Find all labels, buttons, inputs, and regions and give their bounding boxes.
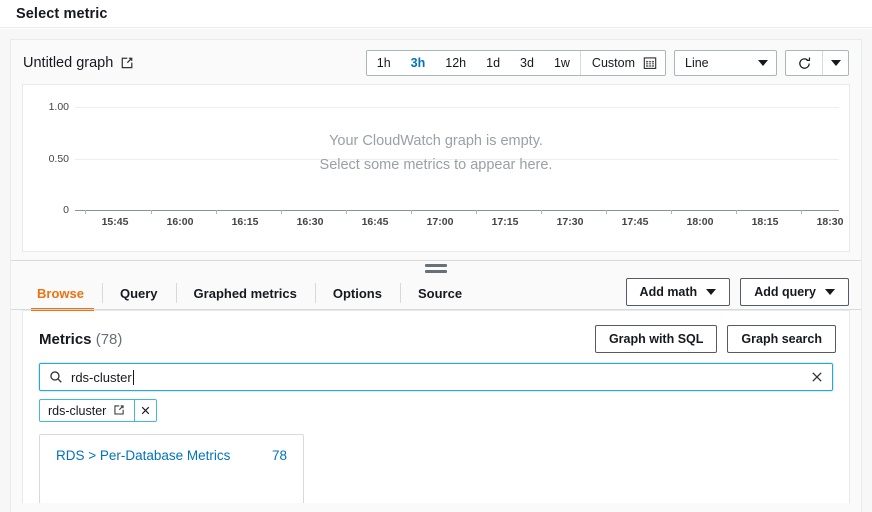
x-tick-label: 16:15 xyxy=(232,216,259,228)
tab-source[interactable]: Source xyxy=(400,276,480,310)
time-range-1h[interactable]: 1h xyxy=(367,51,401,75)
add-math-label: Add math xyxy=(640,285,698,299)
x-tick-label: 16:45 xyxy=(362,216,389,228)
refresh-button[interactable] xyxy=(786,51,822,75)
time-range-12h[interactable]: 12h xyxy=(435,51,476,75)
metrics-search-wrap: rds-cluster xyxy=(23,363,849,391)
add-query-button[interactable]: Add query xyxy=(740,278,849,306)
tab-browse[interactable]: Browse xyxy=(23,276,102,310)
empty-graph-message: Your CloudWatch graph is empty. Select s… xyxy=(23,129,849,177)
edit-pencil-square-icon[interactable] xyxy=(113,404,127,418)
namespace-count: 78 xyxy=(272,448,287,463)
calendar-icon xyxy=(643,56,657,70)
page-title: Select metric xyxy=(16,6,108,22)
x-tick-label: 17:00 xyxy=(427,216,454,228)
y-tick-label: 1.00 xyxy=(49,101,69,113)
chevron-down-icon xyxy=(706,289,716,295)
add-math-button[interactable]: Add math xyxy=(626,278,731,306)
metrics-title: Metrics (78) xyxy=(39,331,122,348)
graph-name: Untitled graph xyxy=(23,55,134,71)
x-tick-label: 17:15 xyxy=(492,216,519,228)
empty-graph-line-1: Your CloudWatch graph is empty. xyxy=(23,129,849,153)
tab-options[interactable]: Options xyxy=(315,276,400,310)
tab-graphed-metrics[interactable]: Graphed metrics xyxy=(176,276,315,310)
x-tick-label: 16:30 xyxy=(297,216,324,228)
chevron-down-icon xyxy=(758,60,768,66)
search-token-list: rds-cluster xyxy=(23,391,849,422)
search-input-value-wrap: rds-cluster xyxy=(71,370,134,385)
refresh-options-button[interactable] xyxy=(822,51,848,75)
refresh-split-button[interactable] xyxy=(785,50,849,76)
select-metric-dialog: Select metric Untitled graph xyxy=(0,0,872,512)
y-tick-label: 0 xyxy=(63,204,69,216)
search-input-value: rds-cluster xyxy=(71,370,132,385)
namespace-card[interactable]: RDS > Per-Database Metrics 78 xyxy=(39,434,304,503)
time-range-3h[interactable]: 3h xyxy=(401,51,436,75)
tab-bar-actions: Add math Add query xyxy=(626,278,849,310)
graph-canvas: 1.00 0.50 0 xyxy=(22,84,850,252)
dialog-header: Select metric xyxy=(0,0,872,28)
time-range-1d[interactable]: 1d xyxy=(476,51,510,75)
tab-bar-divider xyxy=(11,309,861,310)
search-token-label: rds-cluster xyxy=(48,404,106,418)
remove-token-icon[interactable] xyxy=(134,400,156,421)
chevron-down-icon xyxy=(831,60,841,66)
x-tick-label: 18:30 xyxy=(817,216,844,228)
dialog-body: Untitled graph 1h 3h 12h 1d xyxy=(0,29,872,512)
chart-type-select[interactable]: Line xyxy=(674,50,777,76)
graph-toolbar-right: 1h 3h 12h 1d 3d 1w Custom xyxy=(366,50,849,76)
search-token-label-wrap: rds-cluster xyxy=(40,400,134,421)
namespace-grid: RDS > Per-Database Metrics 78 xyxy=(23,422,849,503)
search-icon xyxy=(49,370,63,384)
time-range-custom[interactable]: Custom xyxy=(580,51,665,75)
time-range-3d[interactable]: 3d xyxy=(510,51,544,75)
empty-graph-line-2: Select some metrics to appear here. xyxy=(23,153,849,177)
x-tick-label: 18:00 xyxy=(687,216,714,228)
metrics-count: (78) xyxy=(96,331,123,348)
tab-list: Browse Query Graphed metrics Options Sou… xyxy=(23,276,480,310)
time-range-selector[interactable]: 1h 3h 12h 1d 3d 1w Custom xyxy=(366,50,666,76)
metrics-header-actions: Graph with SQL Graph search xyxy=(595,325,836,353)
metrics-browser: Metrics (78) Graph with SQL Graph search xyxy=(22,310,850,503)
graph-name-label: Untitled graph xyxy=(23,55,113,71)
graph-search-button[interactable]: Graph search xyxy=(727,325,836,353)
x-tick-label: 17:30 xyxy=(557,216,584,228)
x-tick-label: 16:00 xyxy=(167,216,194,228)
x-tick-label: 15:45 xyxy=(102,216,129,228)
panel-splitter[interactable] xyxy=(11,260,861,276)
x-tick-label: 17:45 xyxy=(622,216,649,228)
namespace-name: RDS > Per-Database Metrics xyxy=(56,448,230,463)
search-token[interactable]: rds-cluster xyxy=(39,399,157,422)
graph-with-sql-button[interactable]: Graph with SQL xyxy=(595,325,717,353)
drag-handle-icon[interactable] xyxy=(425,264,447,273)
metrics-title-label: Metrics xyxy=(39,331,92,348)
time-range-custom-label: Custom xyxy=(592,56,635,70)
tab-query[interactable]: Query xyxy=(102,276,176,310)
graph-panel: Untitled graph 1h 3h 12h 1d xyxy=(10,39,862,512)
clear-search-icon[interactable] xyxy=(810,370,824,384)
metrics-header: Metrics (78) Graph with SQL Graph search xyxy=(23,311,849,363)
graph-toolbar: Untitled graph 1h 3h 12h 1d xyxy=(11,40,861,84)
chevron-down-icon xyxy=(825,289,835,295)
chart-plot-area: 1.00 0.50 0 xyxy=(23,85,849,251)
search-input[interactable]: rds-cluster xyxy=(39,363,833,391)
add-query-label: Add query xyxy=(754,285,816,299)
chart-type-value: Line xyxy=(685,56,709,70)
tab-bar: Browse Query Graphed metrics Options Sou… xyxy=(11,276,861,310)
time-range-1w[interactable]: 1w xyxy=(544,51,580,75)
text-cursor xyxy=(133,370,134,385)
x-tick-label: 18:15 xyxy=(752,216,779,228)
edit-pencil-square-icon[interactable] xyxy=(120,56,134,70)
